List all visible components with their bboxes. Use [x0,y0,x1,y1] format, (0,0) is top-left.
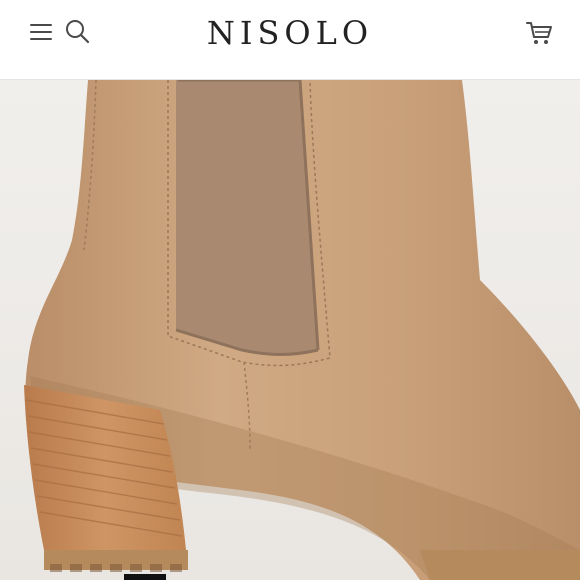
cart-button[interactable] [524,18,554,48]
cart-icon [526,22,552,44]
brand-logo[interactable]: NISOLO [0,13,580,53]
site-header: NISOLO [0,0,580,80]
boot-image [0,80,580,580]
gallery-indicator-active[interactable] [124,574,166,580]
product-image[interactable] [0,80,580,580]
